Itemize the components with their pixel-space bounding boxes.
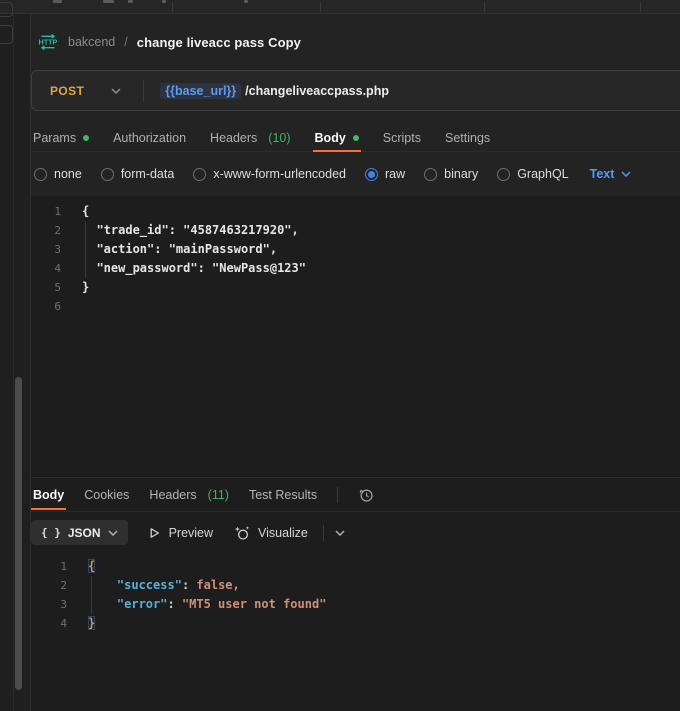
tab-body[interactable]: Body: [315, 125, 359, 151]
response-body-viewer: 1 { 2 "success": false, 3 "error": "MT5 …: [31, 552, 680, 711]
code-line[interactable]: 6: [31, 297, 680, 316]
divider: [337, 487, 338, 503]
chevron-down-icon: [621, 171, 631, 177]
radio-raw[interactable]: raw: [365, 167, 405, 181]
preview-button[interactable]: Preview: [147, 526, 213, 540]
url-input[interactable]: /changeliveaccpass.php: [245, 84, 389, 98]
radio-graphql[interactable]: GraphQL: [497, 167, 568, 181]
tab-fragment: [162, 0, 166, 3]
left-rail: [0, 14, 31, 711]
indent-guide: [85, 221, 86, 278]
tab-scripts[interactable]: Scripts: [383, 125, 421, 151]
breadcrumb-separator: /: [124, 35, 127, 49]
sidebar-edge-button[interactable]: [0, 25, 13, 44]
method-dropdown-chevron-icon[interactable]: [111, 88, 121, 94]
code-line[interactable]: 5 }: [31, 278, 680, 297]
radio-none[interactable]: none: [34, 167, 82, 181]
radio-circle: [193, 168, 206, 181]
response-tab-cookies[interactable]: Cookies: [84, 479, 129, 511]
rail-divider: [13, 14, 14, 711]
response-headers-count: (11): [208, 488, 229, 502]
radio-circle: [424, 168, 437, 181]
vertical-scrollbar-thumb[interactable]: [15, 377, 22, 690]
url-bar: POST {{base_url}} /changeliveaccpass.php: [31, 70, 680, 111]
code-line: 2 "success": false,: [31, 576, 680, 595]
response-format-select[interactable]: { } JSON: [31, 520, 128, 545]
divider: [323, 525, 324, 541]
request-tabs: Params Authorization Headers (10) Body S…: [31, 125, 680, 152]
visualize-button[interactable]: Visualize: [234, 525, 308, 541]
code-line[interactable]: 1 {: [31, 202, 680, 221]
headers-count: (10): [268, 131, 290, 145]
tab-fragment: [244, 0, 248, 3]
breadcrumb-collection[interactable]: bakcend: [68, 35, 115, 49]
params-green-dot: [83, 135, 89, 141]
response-toolbar: { } JSON Preview Visualize: [31, 513, 680, 552]
radio-circle: [34, 168, 47, 181]
tab-authorization[interactable]: Authorization: [113, 125, 186, 151]
chevron-down-icon: [108, 530, 118, 536]
http-method-icon: HTTP: [37, 34, 59, 50]
tab-settings[interactable]: Settings: [445, 125, 490, 151]
body-green-dot: [353, 135, 359, 141]
window-tab-strip: [0, 0, 680, 14]
radio-circle-selected: [365, 168, 378, 181]
tab-separator: [640, 2, 641, 12]
response-tab-body[interactable]: Body: [33, 479, 64, 511]
code-line: 3 "error": "MT5 user not found": [31, 595, 680, 614]
tab-fragment: [103, 0, 114, 3]
radio-x-www-form-urlencoded[interactable]: x-www-form-urlencoded: [193, 167, 346, 181]
code-line[interactable]: 3 "action": "mainPassword",: [31, 240, 680, 259]
tab-fragment: [53, 0, 62, 3]
code-line: 1 {: [31, 557, 680, 576]
tab-separator: [172, 2, 173, 12]
response-tabs: Body Cookies Headers (11) Test Results: [31, 479, 680, 512]
code-line: 4 }: [31, 614, 680, 633]
code-line[interactable]: 2 "trade_id": "4587463217920",: [31, 221, 680, 240]
tab-params[interactable]: Params: [33, 125, 89, 151]
method-label[interactable]: POST: [50, 84, 84, 98]
radio-form-data[interactable]: form-data: [101, 167, 175, 181]
response-tab-test-results[interactable]: Test Results: [249, 479, 317, 511]
postman-app: { "breadcrumb": { "collection_name": "ba…: [0, 0, 680, 711]
sparkle-icon: [234, 525, 250, 541]
response-history-icon[interactable]: [358, 487, 374, 503]
sidebar-edge-button[interactable]: [0, 2, 13, 17]
radio-binary[interactable]: binary: [424, 167, 478, 181]
request-title[interactable]: change liveacc pass Copy: [137, 35, 301, 50]
svg-text:HTTP: HTTP: [39, 38, 58, 47]
braces-icon: { }: [41, 526, 61, 539]
toolbar-chevron-down-icon[interactable]: [335, 530, 345, 536]
raw-language-select[interactable]: Text: [590, 167, 632, 181]
body-mode-row: none form-data x-www-form-urlencoded raw…: [31, 153, 680, 195]
tab-separator: [484, 2, 485, 12]
tab-separator: [320, 2, 321, 12]
radio-circle: [101, 168, 114, 181]
url-divider: [143, 80, 144, 102]
response-tab-headers[interactable]: Headers (11): [149, 479, 229, 511]
request-pane: HTTP bakcend / change liveacc pass Copy …: [31, 14, 680, 196]
url-variable-chip[interactable]: {{base_url}}: [160, 83, 241, 99]
breadcrumb: HTTP bakcend / change liveacc pass Copy: [37, 26, 301, 58]
tab-fragment: [128, 0, 133, 3]
code-line[interactable]: 4 "new_password": "NewPass@123": [31, 259, 680, 278]
indent-guide: [91, 576, 92, 614]
request-body-editor[interactable]: 1 { 2 "trade_id": "4587463217920", 3 "ac…: [31, 196, 680, 478]
radio-circle: [497, 168, 510, 181]
play-icon: [147, 526, 161, 540]
tab-headers[interactable]: Headers (10): [210, 125, 290, 151]
